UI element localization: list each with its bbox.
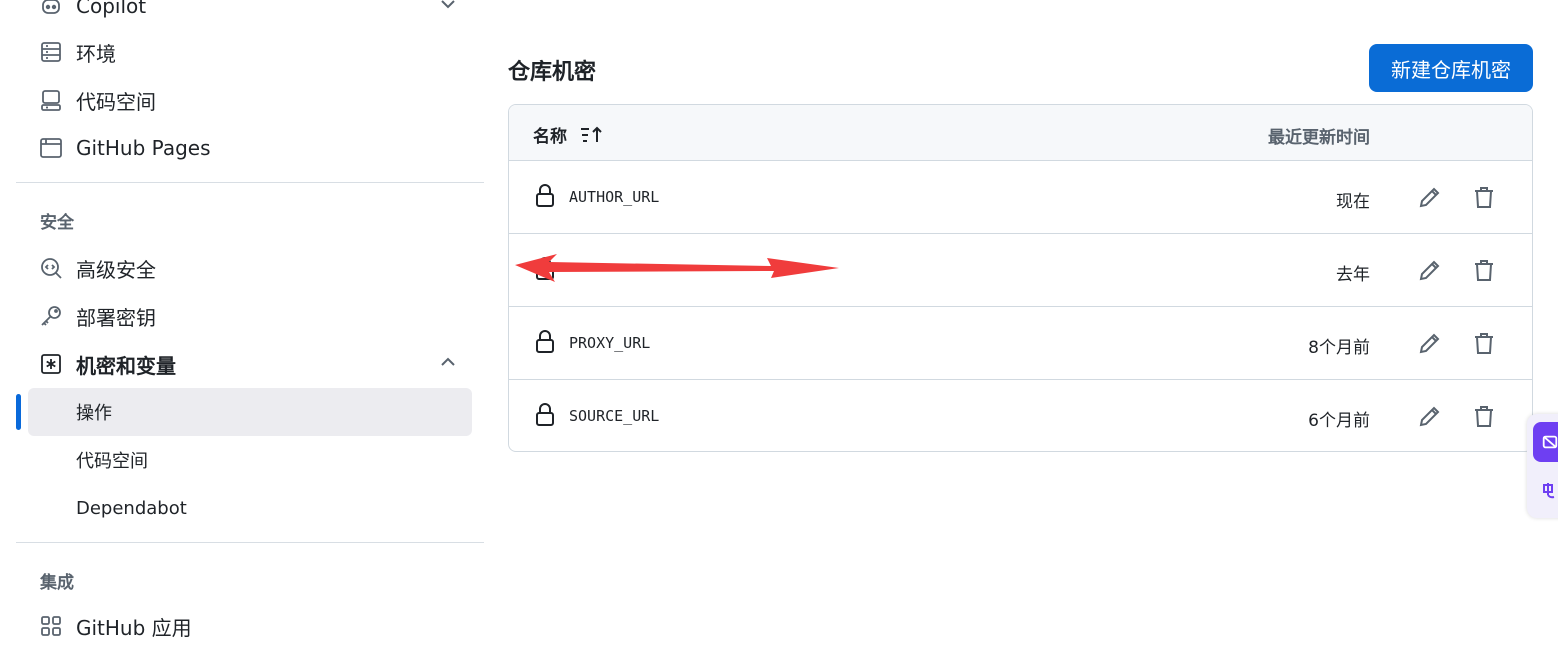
new-repository-secret-button[interactable]: 新建仓库机密: [1369, 44, 1533, 92]
sidebar-item-label: 机密和变量: [76, 353, 176, 378]
sidebar-subitem-dependabot[interactable]: Dependabot: [28, 484, 472, 532]
chevron-down-icon[interactable]: [438, 0, 458, 14]
copilot-icon: [38, 0, 64, 19]
sidebar-item-label: Copilot: [76, 0, 147, 18]
sidebar-divider: [16, 182, 484, 183]
lock-icon: [536, 257, 554, 280]
trash-icon[interactable]: [1470, 183, 1498, 211]
lock-icon: [536, 184, 554, 207]
sidebar-item-advanced-security[interactable]: 高级安全: [28, 246, 472, 290]
translate-icon[interactable]: [1535, 474, 1558, 508]
trash-icon[interactable]: [1470, 329, 1498, 357]
sidebar-item-deploy-keys[interactable]: 部署密钥: [28, 294, 472, 338]
codescan-icon: [38, 255, 64, 281]
sidebar-item-label: 环境: [76, 41, 116, 66]
asterisk-icon: [38, 351, 64, 377]
column-header-name-label: 名称: [533, 127, 567, 147]
sidebar-item-copilot[interactable]: Copilot: [28, 0, 472, 28]
secret-updated: 6个月前: [1308, 411, 1370, 431]
secret-updated: 现在: [1336, 192, 1370, 212]
floating-assistant-widget[interactable]: [1527, 414, 1558, 518]
section-title-security: 安全: [40, 213, 74, 233]
table-row: 去年: [509, 234, 1532, 307]
sidebar-item-label: GitHub Pages: [76, 136, 211, 160]
sidebar-divider: [16, 542, 484, 543]
table-header: 名称 最近更新时间: [509, 105, 1532, 161]
pencil-icon[interactable]: [1416, 402, 1444, 430]
sidebar-subitem-actions[interactable]: 操作: [28, 388, 472, 436]
secrets-table: 名称 最近更新时间 AUTHOR_URL 现在 去年 PROXY_URL 8个月…: [508, 104, 1533, 452]
sidebar-item-secrets-and-variables[interactable]: 机密和变量: [28, 342, 472, 386]
table-row: PROXY_URL 8个月前: [509, 307, 1532, 380]
column-header-name: 名称: [533, 122, 605, 147]
pencil-icon[interactable]: [1416, 256, 1444, 284]
chevron-up-icon[interactable]: [438, 352, 458, 372]
sidebar-item-label: 高级安全: [76, 257, 156, 282]
browser-icon: [38, 135, 64, 161]
redaction-arrow: [515, 254, 839, 282]
section-title-integrations: 集成: [40, 573, 74, 593]
sidebar-item-codespaces[interactable]: 代码空间: [28, 78, 472, 122]
table-row: AUTHOR_URL 现在: [509, 161, 1532, 234]
sidebar-subitem-codespaces[interactable]: 代码空间: [28, 436, 472, 484]
active-indicator: [16, 394, 21, 430]
trash-icon[interactable]: [1470, 402, 1498, 430]
sidebar-item-label: 部署密钥: [76, 305, 156, 330]
apps-icon: [38, 613, 64, 639]
sidebar-item-environments[interactable]: 环境: [28, 30, 472, 74]
secret-updated: 8个月前: [1308, 338, 1370, 358]
sort-ascending-icon[interactable]: [579, 125, 605, 145]
settings-sidebar: Copilot 环境 代码空间 GitHub Pages 安全 高级安全 部署密…: [16, 0, 484, 640]
secret-name: PROXY_URL: [569, 334, 651, 352]
sidebar-item-label: 代码空间: [76, 89, 156, 114]
sidebar-item-github-apps[interactable]: GitHub 应用: [28, 604, 472, 648]
secret-updated: 去年: [1336, 265, 1370, 285]
lock-icon: [536, 330, 554, 353]
trash-icon[interactable]: [1470, 256, 1498, 284]
pencil-icon[interactable]: [1416, 329, 1444, 357]
assistant-app-icon[interactable]: [1533, 422, 1558, 462]
table-row: SOURCE_URL 6个月前: [509, 380, 1532, 451]
lock-icon: [536, 403, 554, 426]
key-icon: [38, 303, 64, 329]
page-title: 仓库机密: [508, 60, 597, 85]
pencil-icon[interactable]: [1416, 183, 1444, 211]
codespaces-icon: [38, 87, 64, 113]
secret-name: AUTHOR_URL: [569, 188, 660, 206]
sidebar-item-label: GitHub 应用: [76, 615, 192, 640]
secret-name: SOURCE_URL: [569, 407, 660, 425]
server-icon: [38, 39, 64, 65]
column-header-updated: 最近更新时间: [1268, 128, 1370, 148]
sidebar-item-pages[interactable]: GitHub Pages: [28, 126, 472, 170]
